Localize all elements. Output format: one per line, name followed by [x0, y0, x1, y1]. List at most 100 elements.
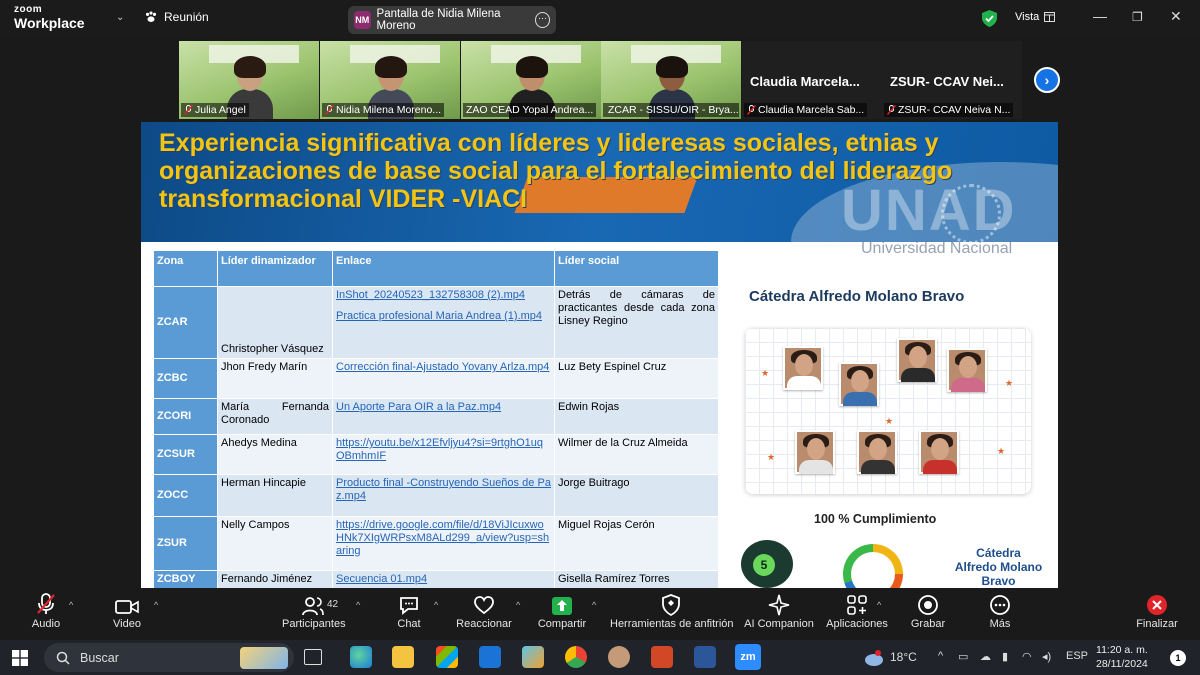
restore-icon[interactable]: ❐	[1132, 10, 1143, 24]
table-row: ZCBC Jhon Fredy Marín Corrección final-Aju…	[153, 358, 719, 399]
ai-companion-button[interactable]: AI Companion	[744, 588, 814, 640]
record-icon	[918, 595, 938, 615]
apps-options-caret[interactable]: ^	[877, 600, 881, 610]
taskbar-search[interactable]: Buscar	[44, 643, 294, 672]
leader-cell: Christopher Vásquez	[217, 286, 333, 359]
zone-cell: ZSUR	[153, 516, 218, 571]
participant-tile[interactable]: Julia Angel	[179, 41, 319, 119]
zone-cell: ZCAR	[153, 286, 218, 359]
participant-name: Claudia Marcela Sab...	[758, 104, 865, 116]
view-button[interactable]: Vista	[1015, 11, 1056, 23]
audio-options-caret[interactable]: ^	[69, 600, 73, 610]
zoom-app-icon[interactable]: zm	[735, 644, 761, 670]
video-link[interactable]: https://youtu.be/x12Efvljyu4?si=9rtghO1u…	[336, 437, 551, 463]
volume-icon[interactable]: ◂)	[1042, 650, 1051, 663]
file-explorer-icon[interactable]	[392, 646, 414, 668]
video-link[interactable]: https://drive.google.com/file/d/18ViJIcu…	[336, 519, 551, 558]
participant-tile[interactable]: ZAO CEAD Yopal Andrea...	[461, 41, 601, 119]
tray-app-icon[interactable]: ▮	[1002, 650, 1008, 663]
input-language[interactable]: ESP	[1066, 650, 1088, 662]
photos-icon[interactable]	[522, 646, 544, 668]
tray-overflow-caret[interactable]: ^	[938, 650, 943, 662]
paw-icon	[145, 11, 157, 22]
grid-view-icon	[1044, 12, 1056, 22]
search-highlight-icon	[240, 646, 288, 669]
chat-options-caret[interactable]: ^	[434, 600, 438, 610]
onedrive-cloud-icon[interactable]: ☁	[980, 650, 991, 663]
end-meeting-button[interactable]: Finalizar	[1134, 588, 1180, 640]
cumplimiento-label: 100 % Cumplimiento	[814, 512, 937, 526]
table-row: ZCSUR Ahedys Medina https://youtu.be/x12Ef…	[153, 434, 719, 475]
more-options-icon[interactable]: ···	[535, 12, 551, 28]
search-placeholder: Buscar	[80, 650, 119, 665]
video-button[interactable]: Video	[110, 588, 144, 640]
store-icon[interactable]	[436, 646, 458, 668]
share-options-caret[interactable]: ^	[592, 600, 596, 610]
video-camera-icon	[115, 600, 139, 614]
slide-header: UNAD Experiencia significativa con líder…	[141, 122, 1058, 242]
close-icon[interactable]: ✕	[1170, 8, 1182, 25]
social-leader-cell: Gisella Ramírez Torres	[554, 570, 719, 588]
header-enlace: Enlace	[332, 250, 555, 287]
windows-start-icon[interactable]	[12, 650, 28, 666]
edge-browser-icon[interactable]	[350, 646, 372, 668]
participant-name-tag: ZAO CEAD Yopal Andrea...	[463, 103, 597, 117]
participant-tile[interactable]: ZCAR - SISSU/OIR - Brya...	[601, 41, 741, 119]
chrome-icon[interactable]	[565, 646, 587, 668]
video-link[interactable]: Producto final -Construyendo Sueños de P…	[336, 477, 551, 503]
powerpoint-icon[interactable]	[651, 646, 673, 668]
profile-icon[interactable]	[608, 646, 630, 668]
audio-button[interactable]: Audio	[28, 588, 64, 640]
count-badge-value: 5	[753, 554, 775, 576]
more-button[interactable]: Más	[984, 588, 1016, 640]
clock-time: 11:20 a. m.	[1096, 644, 1148, 656]
participants-options-caret[interactable]: ^	[356, 600, 360, 610]
react-options-caret[interactable]: ^	[516, 600, 520, 610]
system-clock[interactable]: 11:20 a. m. 28/11/2024	[1096, 643, 1148, 671]
record-button[interactable]: Grabar	[910, 588, 946, 640]
apps-label: Aplicaciones	[826, 618, 888, 630]
meeting-info-button[interactable]: Reunión	[144, 10, 209, 24]
participant-tile[interactable]: Claudia Marcela... Claudia Marcela Sab...	[742, 41, 882, 119]
host-tools-button[interactable]: Herramientas de anfitrión	[610, 588, 734, 640]
end-label: Finalizar	[1136, 618, 1178, 630]
video-link[interactable]: Secuencia 01.mp4	[336, 573, 551, 586]
share-label: Pantalla de Nidia Milena Moreno	[376, 8, 501, 32]
zones-table: Zona Líder dinamizador Enlace Líder soci…	[153, 250, 719, 588]
chat-button[interactable]: Chat	[396, 588, 422, 640]
leader-cell: Fernando Jiménez	[217, 570, 333, 588]
participant-name-tag: Claudia Marcela Sab...	[744, 103, 868, 117]
word-icon[interactable]	[694, 646, 716, 668]
minimize-icon[interactable]: —	[1093, 8, 1107, 24]
participant-tile[interactable]: ZSUR- CCAV Nei... ZSUR- CCAV Neiva N...	[882, 41, 1022, 119]
ai-companion-label: AI Companion	[744, 618, 814, 630]
chevron-down-icon[interactable]: ⌄	[116, 12, 124, 23]
video-link[interactable]: Corrección final-Ajustado Yovany Arlza.m…	[336, 361, 551, 374]
participants-button[interactable]: Participantes	[282, 588, 346, 640]
apps-button[interactable]: Aplicaciones	[826, 588, 888, 640]
notification-badge[interactable]: 1	[1170, 650, 1186, 666]
battery-icon[interactable]: ▭	[958, 650, 968, 663]
participant-name-tag: ZCAR - SISSU/OIR - Brya...	[603, 103, 739, 117]
table-row: ZCORI María Fernanda Coronado Un Aporte Pa…	[153, 398, 719, 435]
react-button[interactable]: Reaccionar	[456, 588, 512, 640]
video-options-caret[interactable]: ^	[154, 600, 158, 610]
participant-name-tag: ZSUR- CCAV Neiva N...	[884, 103, 1014, 117]
video-link[interactable]: Un Aporte Para OIR a la Paz.mp4	[336, 401, 551, 414]
right-panel: Cátedra Alfredo Molano Bravo ★ ★ ★ ★ ★ 1…	[719, 258, 1058, 588]
mail-icon[interactable]	[479, 646, 501, 668]
participant-tile[interactable]: Nidia Milena Moreno...	[320, 41, 460, 119]
photo-collage: ★ ★ ★ ★ ★	[745, 328, 1031, 494]
next-page-button[interactable]: ›	[1034, 67, 1060, 93]
participant-name: ZSUR- CCAV Neiva N...	[898, 104, 1011, 116]
security-shield-icon[interactable]	[982, 10, 997, 27]
star-icon: ★	[885, 416, 894, 426]
share-screen-button[interactable]: Compartir	[537, 588, 587, 640]
catedra-logo-line2: Alfredo Molano Bravo	[954, 560, 1043, 588]
screen-share-indicator[interactable]: NM Pantalla de Nidia Milena Moreno ···	[348, 6, 556, 34]
video-link[interactable]: Practica profesional Maria Andrea (1).mp…	[336, 310, 551, 323]
star-icon: ★	[997, 446, 1006, 456]
task-view-icon[interactable]	[304, 649, 322, 665]
video-link[interactable]: InShot_20240523_132758308 (2).mp4	[336, 289, 551, 302]
wifi-icon[interactable]: ◠	[1022, 650, 1032, 663]
